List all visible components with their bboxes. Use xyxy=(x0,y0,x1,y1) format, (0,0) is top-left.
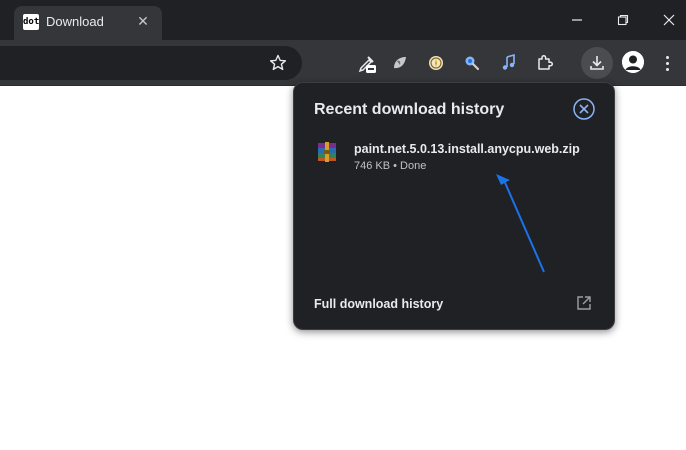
puzzle-icon[interactable] xyxy=(533,51,557,75)
avatar-icon[interactable] xyxy=(622,51,644,73)
extension-music-icon[interactable] xyxy=(497,51,521,75)
tab-title: Download xyxy=(46,14,104,29)
extension-leaf-icon[interactable] xyxy=(388,51,412,75)
star-icon[interactable] xyxy=(268,53,288,73)
browser-tab[interactable]: dot Download ✕ xyxy=(14,6,162,40)
address-bar[interactable] xyxy=(0,46,302,80)
minimize-icon[interactable] xyxy=(554,0,600,40)
download-filename[interactable]: paint.net.5.0.13.install.anycpu.web.zip xyxy=(354,142,580,156)
open-external-icon[interactable] xyxy=(574,293,594,313)
title-bar: dot Download ✕ xyxy=(0,0,686,40)
window-close-icon[interactable] xyxy=(646,0,686,40)
favicon-icon: dot xyxy=(23,14,39,30)
panel-title: Recent download history xyxy=(314,101,505,118)
download-status: 746 KB • Done xyxy=(354,160,427,172)
close-icon[interactable] xyxy=(572,97,596,121)
extension-search-icon[interactable] xyxy=(460,51,484,75)
extension-compass-icon[interactable] xyxy=(424,51,448,75)
full-download-history-link[interactable]: Full download history xyxy=(314,297,443,311)
restore-icon[interactable] xyxy=(600,0,646,40)
extension-eyedropper-icon[interactable] xyxy=(356,51,380,75)
download-icon xyxy=(590,56,604,70)
close-icon[interactable]: ✕ xyxy=(134,12,152,30)
winrar-icon xyxy=(316,141,338,163)
download-history-panel: Recent download history paint.net.5.0.13… xyxy=(293,82,615,330)
download-button[interactable] xyxy=(581,47,613,79)
kebab-menu-icon[interactable] xyxy=(660,52,674,74)
